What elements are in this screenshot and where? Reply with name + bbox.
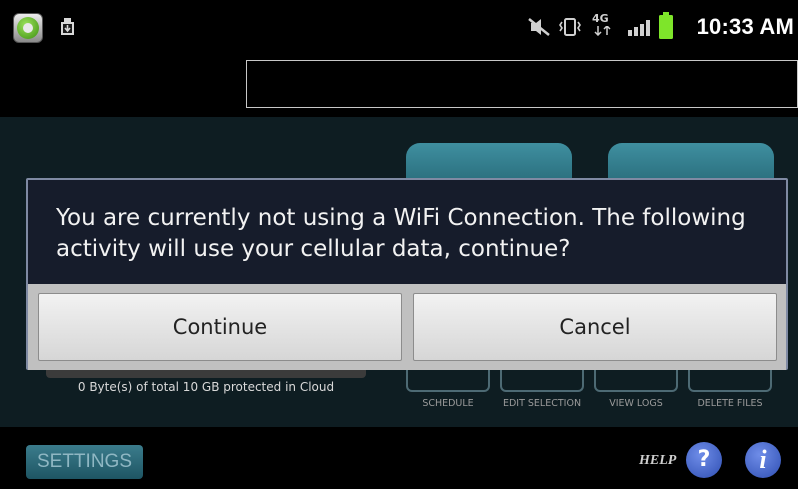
title-box: [246, 60, 798, 108]
network-4g-icon: 4G: [591, 12, 617, 38]
signal-icon: [628, 20, 650, 36]
wifi-warning-dialog: You are currently not using a WiFi Conne…: [26, 178, 788, 370]
download-icon: [61, 18, 74, 35]
dialog-button-bar: Continue Cancel: [28, 284, 786, 370]
battery-icon: [659, 12, 673, 39]
network-label: 4G: [592, 12, 609, 25]
settings-button[interactable]: SETTINGS: [26, 445, 143, 479]
app-icon[interactable]: [13, 13, 43, 43]
mute-icon: [528, 18, 550, 36]
cancel-button[interactable]: Cancel: [413, 293, 777, 361]
view-logs-label: VIEW LOGS: [609, 398, 663, 409]
status-bar: 4G 10:33 AM: [0, 0, 798, 52]
dialog-message: You are currently not using a WiFi Conne…: [56, 205, 746, 262]
edit-selection-label: EDIT SELECTION: [502, 398, 582, 409]
delete-files-label: DELETE FILES: [697, 398, 763, 409]
storage-status: 0 Byte(s) of total 10 GB protected in Cl…: [77, 380, 335, 394]
help-label: HELP: [639, 453, 677, 468]
continue-button[interactable]: Continue: [38, 293, 402, 361]
schedule-label: SCHEDULE: [422, 398, 474, 409]
help-icon[interactable]: ?: [686, 442, 722, 478]
vibrate-icon: [559, 18, 581, 36]
info-icon[interactable]: i: [745, 442, 781, 478]
clock: 10:33 AM: [696, 14, 794, 39]
